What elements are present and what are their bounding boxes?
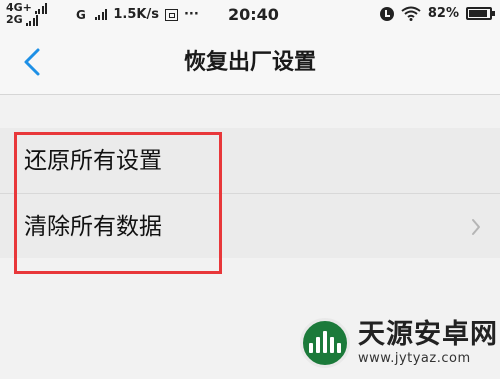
list-item-restore-settings[interactable]: 还原所有设置 bbox=[0, 128, 500, 194]
signal-icon-2 bbox=[25, 15, 39, 26]
watermark-url: www.jytyaz.com bbox=[358, 351, 471, 366]
network-type-2g: 2G bbox=[6, 13, 23, 26]
title-bar: 恢复出厂设置 bbox=[0, 32, 500, 95]
list-item-label: 还原所有设置 bbox=[24, 148, 162, 174]
chevron-right-icon bbox=[472, 219, 480, 235]
network-speed: 1.5K/s bbox=[113, 7, 159, 22]
signal-icon bbox=[34, 3, 48, 14]
battery-icon bbox=[466, 7, 495, 20]
alarm-icon bbox=[379, 6, 394, 21]
page-title: 恢复出厂设置 bbox=[183, 50, 316, 75]
clock: 20:40 bbox=[228, 5, 279, 24]
battery-percent: 82% bbox=[427, 6, 459, 21]
data-saver-icon bbox=[164, 8, 178, 21]
wifi-icon bbox=[401, 6, 421, 21]
settings-list: 还原所有设置 清除所有数据 bbox=[0, 128, 500, 258]
status-right: 82% bbox=[379, 6, 495, 21]
list-item-label: 清除所有数据 bbox=[24, 214, 162, 240]
watermark: 天源安卓网 www.jytyaz.com bbox=[300, 318, 498, 368]
status-bar: 4G+ 2G G 1.5K/s ··· 20:40 82% bbox=[0, 0, 500, 32]
signal-icon-3 bbox=[94, 9, 108, 20]
network-indicator: 4G+ 2G bbox=[6, 2, 48, 26]
more-notifications: ··· bbox=[183, 7, 199, 22]
watermark-name: 天源安卓网 bbox=[358, 319, 498, 350]
status-mid: G 1.5K/s ··· bbox=[76, 7, 199, 22]
list-item-erase-data[interactable]: 清除所有数据 bbox=[0, 194, 500, 259]
network-type-g: G bbox=[76, 7, 86, 22]
site-logo-icon bbox=[300, 318, 350, 368]
